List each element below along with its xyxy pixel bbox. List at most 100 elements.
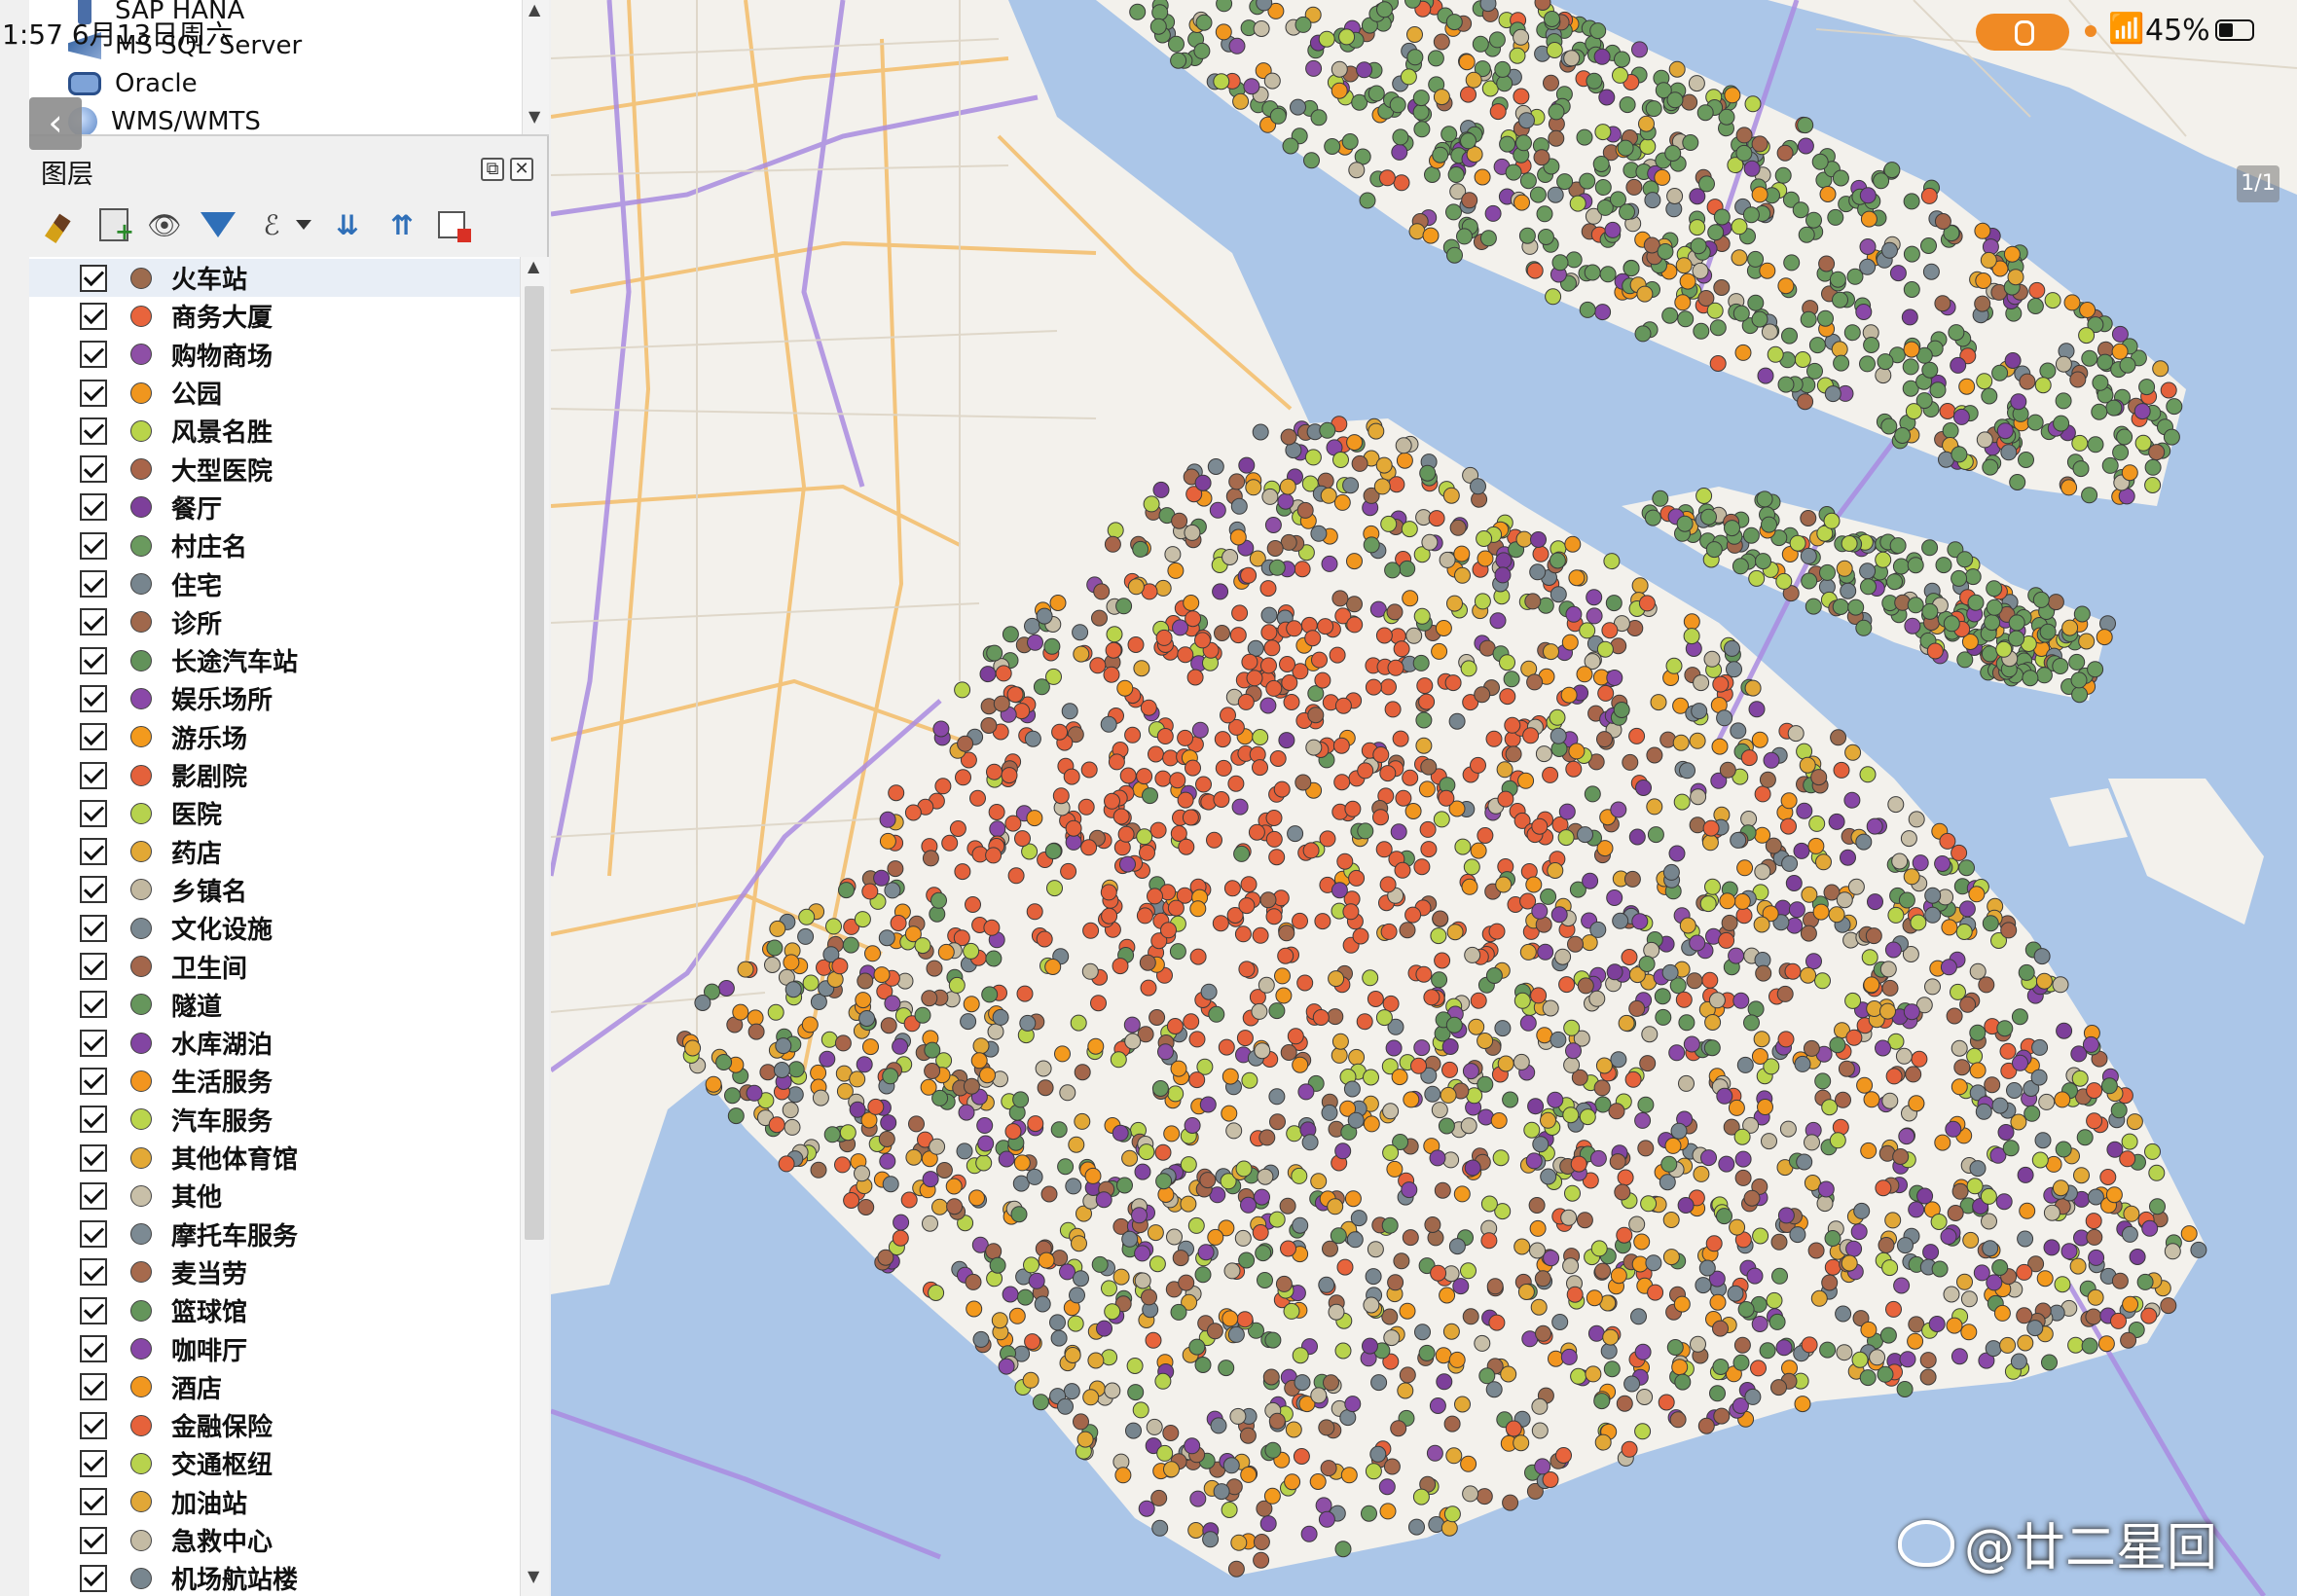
layer-row[interactable]: 商务大厦 xyxy=(29,297,520,335)
layer-visibility-checkbox[interactable] xyxy=(80,417,107,445)
expand-all-icon[interactable]: ⇊ xyxy=(329,206,366,243)
poi-point xyxy=(1621,949,1638,965)
poi-point xyxy=(2035,972,2053,990)
layer-visibility-checkbox[interactable] xyxy=(80,1411,107,1439)
poi-point xyxy=(1347,1111,1365,1129)
layer-visibility-checkbox[interactable] xyxy=(80,914,107,942)
layer-visibility-checkbox[interactable] xyxy=(80,1296,107,1324)
scroll-down-icon[interactable]: ▼ xyxy=(528,1567,539,1585)
browser-item-oracle[interactable]: Oracle xyxy=(68,65,198,102)
layer-visibility-checkbox[interactable] xyxy=(80,1373,107,1401)
layer-row[interactable]: 酒店 xyxy=(29,1368,520,1406)
layer-visibility-checkbox[interactable] xyxy=(80,302,107,330)
layer-visibility-checkbox[interactable] xyxy=(80,953,107,981)
layer-row[interactable]: 长途汽车站 xyxy=(29,641,520,679)
layer-visibility-checkbox[interactable] xyxy=(80,531,107,560)
layer-name: 火车站 xyxy=(171,266,248,296)
layer-row[interactable]: 风景名胜 xyxy=(29,412,520,450)
back-button[interactable]: ‹ xyxy=(29,97,82,150)
layer-visibility-checkbox[interactable] xyxy=(80,761,107,789)
layer-visibility-checkbox[interactable] xyxy=(80,876,107,904)
layer-row[interactable]: 篮球馆 xyxy=(29,1291,520,1329)
layer-row[interactable]: 卫生间 xyxy=(29,947,520,985)
layer-visibility-checkbox[interactable] xyxy=(80,1488,107,1516)
poi-point xyxy=(1363,536,1380,554)
layer-visibility-checkbox[interactable] xyxy=(80,1106,107,1134)
layer-row[interactable]: 大型医院 xyxy=(29,451,520,489)
layer-row[interactable]: 医院 xyxy=(29,794,520,832)
close-panel-button[interactable]: ✕ xyxy=(510,158,533,181)
poi-point xyxy=(1759,771,1776,788)
layer-row[interactable]: 文化设施 xyxy=(29,909,520,947)
layer-row[interactable]: 村庄名 xyxy=(29,526,520,564)
layer-visibility-checkbox[interactable] xyxy=(80,684,107,712)
layer-visibility-checkbox[interactable] xyxy=(80,455,107,484)
layer-row[interactable]: 金融保险 xyxy=(29,1406,520,1444)
remove-layer-icon[interactable] xyxy=(438,211,471,242)
layer-row[interactable]: 摩托车服务 xyxy=(29,1215,520,1253)
layer-visibility-checkbox[interactable] xyxy=(80,1029,107,1057)
browser-item-wms[interactable]: WMS/WMTS xyxy=(68,103,261,134)
layer-visibility-checkbox[interactable] xyxy=(80,1143,107,1172)
layer-visibility-checkbox[interactable] xyxy=(80,991,107,1019)
layers-scrollbar[interactable]: ▲ ▼ xyxy=(520,257,549,1596)
layer-visibility-checkbox[interactable] xyxy=(80,493,107,522)
layer-row[interactable]: 药店 xyxy=(29,833,520,871)
expression-filter-icon[interactable]: ℰ xyxy=(253,206,290,243)
layer-visibility-checkbox[interactable] xyxy=(80,264,107,292)
layer-row[interactable]: 咖啡厅 xyxy=(29,1329,520,1367)
chevron-down-icon[interactable] xyxy=(296,220,311,230)
scrollbar-thumb[interactable] xyxy=(525,286,544,1240)
layer-visibility-checkbox[interactable] xyxy=(80,379,107,407)
layer-visibility-checkbox[interactable] xyxy=(80,341,107,369)
layer-visibility-checkbox[interactable] xyxy=(80,1181,107,1210)
layer-row[interactable]: 购物商场 xyxy=(29,336,520,374)
layer-row[interactable]: 麦当劳 xyxy=(29,1253,520,1291)
layer-row[interactable]: 急救中心 xyxy=(29,1521,520,1559)
visibility-eye-icon[interactable]: 👁 xyxy=(146,206,183,243)
layer-row[interactable]: 加油站 xyxy=(29,1483,520,1521)
layer-row[interactable]: 公园 xyxy=(29,374,520,412)
layer-row[interactable]: 交通枢纽 xyxy=(29,1444,520,1482)
collapse-all-icon[interactable]: ⇈ xyxy=(383,206,420,243)
layer-row[interactable]: 火车站 xyxy=(29,259,520,298)
layer-row[interactable]: 水库湖泊 xyxy=(29,1024,520,1062)
layer-visibility-checkbox[interactable] xyxy=(80,1335,107,1363)
layer-row[interactable]: 其他体育馆 xyxy=(29,1139,520,1177)
layer-visibility-checkbox[interactable] xyxy=(80,1067,107,1095)
layer-row[interactable]: 乡镇名 xyxy=(29,871,520,909)
layer-row[interactable]: 住宅 xyxy=(29,564,520,602)
layer-visibility-checkbox[interactable] xyxy=(80,1526,107,1554)
layer-row[interactable]: 隧道 xyxy=(29,986,520,1024)
layer-row[interactable]: 娱乐场所 xyxy=(29,679,520,717)
poi-point xyxy=(1026,1168,1043,1185)
layer-visibility-checkbox[interactable] xyxy=(80,608,107,636)
layer-row[interactable]: 生活服务 xyxy=(29,1062,520,1100)
scroll-up-icon[interactable]: ▲ xyxy=(528,257,539,275)
layer-row[interactable]: 影剧院 xyxy=(29,756,520,794)
browser-scrollbar[interactable]: ▲ ▼ xyxy=(522,0,549,134)
layer-visibility-checkbox[interactable] xyxy=(80,570,107,598)
layer-row[interactable]: 诊所 xyxy=(29,603,520,641)
scroll-down-icon[interactable]: ▼ xyxy=(529,107,540,126)
layer-visibility-checkbox[interactable] xyxy=(80,646,107,674)
layer-row[interactable]: 汽车服务 xyxy=(29,1101,520,1139)
layer-visibility-checkbox[interactable] xyxy=(80,1258,107,1287)
layer-visibility-checkbox[interactable] xyxy=(80,723,107,751)
layer-row[interactable]: 其他 xyxy=(29,1177,520,1215)
layer-row[interactable]: 餐厅 xyxy=(29,489,520,526)
poi-point xyxy=(1208,1005,1225,1023)
style-manager-icon[interactable] xyxy=(45,213,71,243)
layer-row[interactable]: 游乐场 xyxy=(29,718,520,756)
add-group-icon[interactable] xyxy=(99,208,134,245)
float-panel-button[interactable]: ⧉ xyxy=(481,158,504,181)
map-canvas[interactable] xyxy=(551,0,2297,1596)
scroll-up-icon[interactable]: ▲ xyxy=(529,0,540,18)
layer-visibility-checkbox[interactable] xyxy=(80,1564,107,1592)
layer-row[interactable]: 机场航站楼 xyxy=(29,1559,520,1596)
layer-visibility-checkbox[interactable] xyxy=(80,1220,107,1249)
layer-visibility-checkbox[interactable] xyxy=(80,799,107,827)
layer-visibility-checkbox[interactable] xyxy=(80,838,107,866)
layer-visibility-checkbox[interactable] xyxy=(80,1449,107,1477)
filter-legend-icon[interactable] xyxy=(201,212,236,237)
